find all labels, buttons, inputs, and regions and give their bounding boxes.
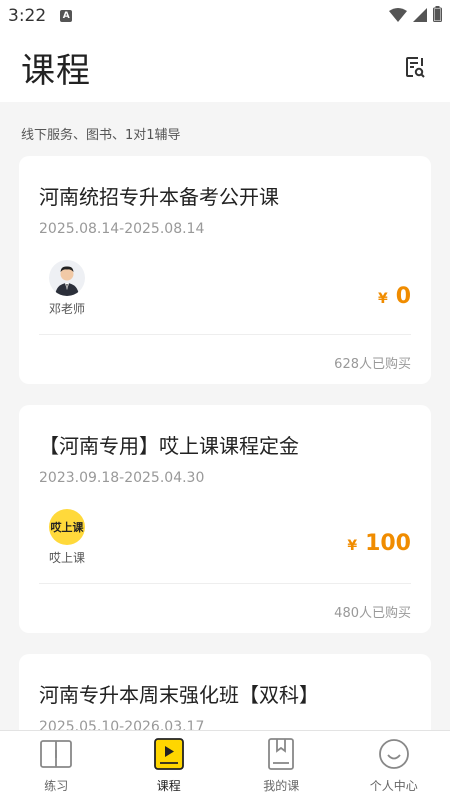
tab-my-course[interactable]: 我的课 xyxy=(225,731,338,800)
status-right xyxy=(389,6,442,26)
wifi-icon xyxy=(389,7,407,26)
course-card[interactable]: 河南专升本周末强化班【双科】 2025.05.10-2026.03.17 xyxy=(19,654,431,730)
practice-book-icon xyxy=(39,737,73,771)
teacher-avatar xyxy=(49,260,85,296)
app-header: 课程 xyxy=(0,32,450,102)
card-divider xyxy=(39,334,411,335)
sold-count: 480人已购买 xyxy=(334,606,411,621)
course-card[interactable]: 河南统招专升本备考公开课 2025.08.14-2025.08.14 邓老师 ¥… xyxy=(19,156,431,384)
battery-icon xyxy=(433,6,442,26)
cellular-icon xyxy=(413,7,427,26)
course-card[interactable]: 【河南专用】哎上课课程定金 2023.09.18-2025.04.30 哎上课 … xyxy=(19,405,431,633)
course-play-icon xyxy=(152,737,186,771)
tab-practice[interactable]: 练习 xyxy=(0,731,113,800)
teacher-name: 邓老师 xyxy=(48,302,85,316)
course-list: 线下服务、图书、1对1辅导 河南统招专升本备考公开课 2025.08.14-20… xyxy=(0,102,450,730)
tab-profile[interactable]: 个人中心 xyxy=(338,731,450,800)
brand-logo-text: 哎上课 xyxy=(50,521,84,534)
card-divider xyxy=(39,583,411,584)
currency-symbol: ¥ xyxy=(377,291,388,307)
course-date: 2025.05.10-2026.03.17 xyxy=(39,719,205,730)
section-caption: 线下服务、图书、1对1辅导 xyxy=(21,128,181,143)
course-title: 河南专升本周末强化班【双科】 xyxy=(39,683,319,707)
teacher-name: 哎上课 xyxy=(48,551,85,565)
notification-icon: A xyxy=(60,10,73,22)
course-date: 2023.09.18-2025.04.30 xyxy=(39,470,205,486)
course-title: 河南统招专升本备考公开课 xyxy=(39,185,279,209)
course-title: 【河南专用】哎上课课程定金 xyxy=(39,434,299,458)
profile-smile-icon xyxy=(377,737,411,771)
sold-count: 628人已购买 xyxy=(334,357,411,372)
tab-label: 个人中心 xyxy=(369,779,418,793)
status-bar: 3:22 A xyxy=(0,0,450,32)
brand-logo: 哎上课 xyxy=(49,509,85,545)
course-price: ¥ 0 xyxy=(378,284,411,309)
price-value: 0 xyxy=(395,284,411,309)
price-value: 100 xyxy=(365,531,411,556)
teacher-info: 哎上课 哎上课 xyxy=(39,509,95,566)
tab-course[interactable]: 课程 xyxy=(113,731,226,800)
search-list-icon[interactable] xyxy=(401,53,429,81)
status-time: 3:22 xyxy=(8,6,47,26)
course-date: 2025.08.14-2025.08.14 xyxy=(39,221,205,237)
tab-label: 练习 xyxy=(44,779,69,793)
currency-symbol: ¥ xyxy=(347,538,358,554)
bottom-tab-bar: 练习 课程 我的课 个人中心 xyxy=(0,730,450,800)
teacher-info: 邓老师 xyxy=(39,260,95,317)
page-title: 课程 xyxy=(21,50,91,91)
tab-label: 课程 xyxy=(156,779,181,793)
course-price: ¥ 100 xyxy=(347,531,411,556)
tab-label: 我的课 xyxy=(263,779,300,793)
my-course-icon xyxy=(264,737,298,771)
